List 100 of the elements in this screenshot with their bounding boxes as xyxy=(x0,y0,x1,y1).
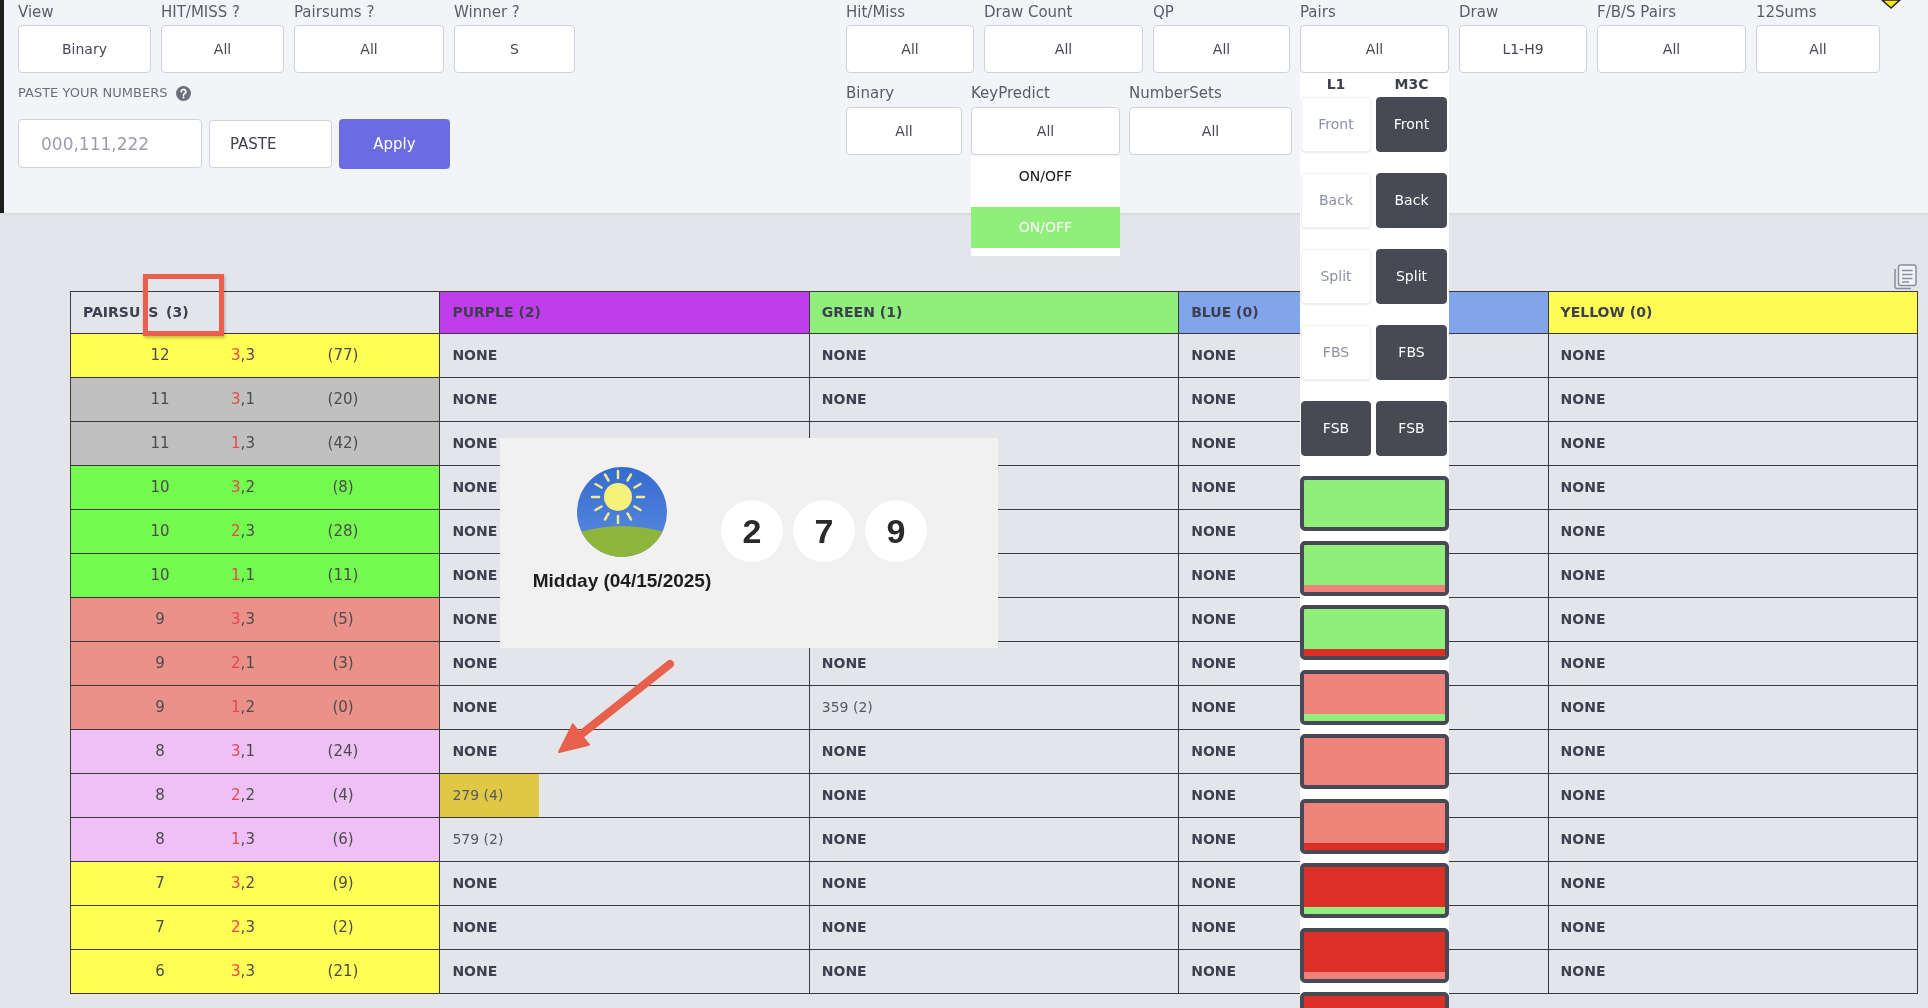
pair-value: 1,3 xyxy=(231,433,255,455)
pair-value: 3,3 xyxy=(231,345,255,367)
color-swatch[interactable] xyxy=(1300,863,1449,918)
table-cell: NONE xyxy=(1548,641,1918,686)
pair-value: 3,2 xyxy=(231,873,255,895)
toggle-button[interactable]: FBS xyxy=(1376,325,1447,380)
filter-label: Pairs xyxy=(1300,2,1336,22)
table-cell: NONE xyxy=(439,729,810,774)
section-label: PASTE YOUR NUMBERS xyxy=(18,84,168,103)
dropdown-select[interactable]: All xyxy=(846,25,974,73)
table-cell: NONE xyxy=(439,949,810,994)
count-value: (21) xyxy=(327,961,359,983)
number-ball: 7 xyxy=(793,500,855,562)
filter-label: Hit/Miss xyxy=(846,2,906,22)
pair-value: 3,2 xyxy=(231,477,255,499)
table-cell: NONE xyxy=(439,905,810,950)
column-label: M3C xyxy=(1394,75,1429,93)
column-header: YELLOW (0) xyxy=(1548,291,1918,334)
toggle-button[interactable]: Back xyxy=(1376,173,1447,228)
table-cell: NONE xyxy=(439,377,810,422)
dropdown-select[interactable]: All xyxy=(1153,25,1290,73)
color-swatch[interactable] xyxy=(1300,540,1449,596)
dropdown-select[interactable]: All xyxy=(161,25,284,73)
color-swatch[interactable] xyxy=(1300,734,1449,789)
table-cell: NONE xyxy=(1548,685,1918,730)
column-header: PAIRSU S (3) xyxy=(70,291,440,334)
table-cell: NONE xyxy=(439,333,810,378)
filter-label: Winner ? xyxy=(454,2,520,22)
toggle-button[interactable]: Split xyxy=(1376,249,1447,304)
sum-value: 10 xyxy=(150,521,170,543)
filter-label: Draw xyxy=(1459,2,1499,22)
number-ball: 9 xyxy=(865,500,927,562)
pair-value: 3,3 xyxy=(231,961,255,983)
color-swatch[interactable] xyxy=(1300,927,1449,983)
sum-value: 11 xyxy=(150,389,170,411)
dropdown-select[interactable]: All xyxy=(1300,25,1449,73)
dropdown-select[interactable]: All xyxy=(846,107,962,155)
color-swatch[interactable] xyxy=(1300,605,1449,660)
filter-label: KeyPredict xyxy=(971,83,1050,103)
sum-value: 8 xyxy=(155,741,165,763)
table-cell: NONE xyxy=(809,949,1179,994)
sum-value: 7 xyxy=(155,873,165,895)
dropdown-select[interactable]: All xyxy=(984,25,1143,73)
table-cell: NONE xyxy=(1548,377,1918,422)
table-cell: NONE xyxy=(1548,553,1918,598)
dropdown-select[interactable]: S xyxy=(454,25,575,73)
color-swatch[interactable] xyxy=(1300,669,1449,725)
draw-title: Midday (04/15/2025) xyxy=(532,569,712,593)
sum-value: 12 xyxy=(150,345,170,367)
count-value: (3) xyxy=(332,653,354,675)
sum-value: 9 xyxy=(155,653,165,675)
dropdown-select[interactable]: All xyxy=(1597,25,1746,73)
dropdown-select[interactable]: All xyxy=(294,25,444,73)
filter-label: Binary xyxy=(846,83,895,103)
table-cell: NONE xyxy=(1548,509,1918,554)
count-value: (2) xyxy=(332,917,354,939)
help-icon[interactable] xyxy=(176,85,192,101)
color-swatch[interactable] xyxy=(1300,798,1449,854)
table-cell: NONE xyxy=(1548,421,1918,466)
pair-value: 3,3 xyxy=(231,609,255,631)
dropdown-select[interactable]: All xyxy=(1756,25,1880,73)
copy-icon[interactable] xyxy=(1893,264,1918,290)
color-swatch[interactable] xyxy=(1300,476,1449,531)
number-input[interactable]: 000,111,222 xyxy=(18,119,202,168)
dropdown-select[interactable]: L1-H9 xyxy=(1459,25,1587,73)
toggle-button[interactable]: FSB xyxy=(1376,401,1447,456)
pair-value: 1,2 xyxy=(231,697,255,719)
dropdown-select[interactable]: Binary xyxy=(18,25,151,73)
count-value: (6) xyxy=(332,829,354,851)
dropdown-select[interactable]: All xyxy=(971,107,1120,155)
table-cell: NONE xyxy=(439,861,810,906)
toggle-button[interactable]: FSB xyxy=(1301,401,1371,456)
sum-value: 8 xyxy=(155,785,165,807)
sum-value: 8 xyxy=(155,829,165,851)
number-ball: 2 xyxy=(721,500,783,562)
pair-value: 3,1 xyxy=(231,741,255,763)
sum-value: 9 xyxy=(155,609,165,631)
filter-label: NumberSets xyxy=(1129,83,1222,103)
apply-button[interactable]: Apply xyxy=(339,119,450,169)
paste-button[interactable]: PASTE xyxy=(209,120,332,168)
table-cell: NONE xyxy=(809,905,1179,950)
sum-value: 9 xyxy=(155,697,165,719)
filter-label: Pairsums ? xyxy=(294,2,375,22)
table-cell: NONE xyxy=(1548,333,1918,378)
filter-label: View xyxy=(18,2,54,22)
filter-label: HIT/MISS ? xyxy=(161,2,241,22)
count-value: (9) xyxy=(332,873,354,895)
count-value: (11) xyxy=(327,565,359,587)
count-value: (4) xyxy=(332,785,354,807)
sum-value: 7 xyxy=(155,917,165,939)
table-cell: NONE xyxy=(1548,861,1918,906)
filter-label: QP xyxy=(1153,2,1174,22)
count-value: (77) xyxy=(327,345,359,367)
dropdown-select[interactable]: All xyxy=(1129,107,1292,155)
pair-value: 1,3 xyxy=(231,829,255,851)
table-cell: NONE xyxy=(1548,465,1918,510)
toggle-button[interactable]: Front xyxy=(1376,97,1447,152)
sum-value: 6 xyxy=(155,961,165,983)
column-header: GREEN (1) xyxy=(809,291,1179,334)
pair-value: 3,1 xyxy=(231,389,255,411)
